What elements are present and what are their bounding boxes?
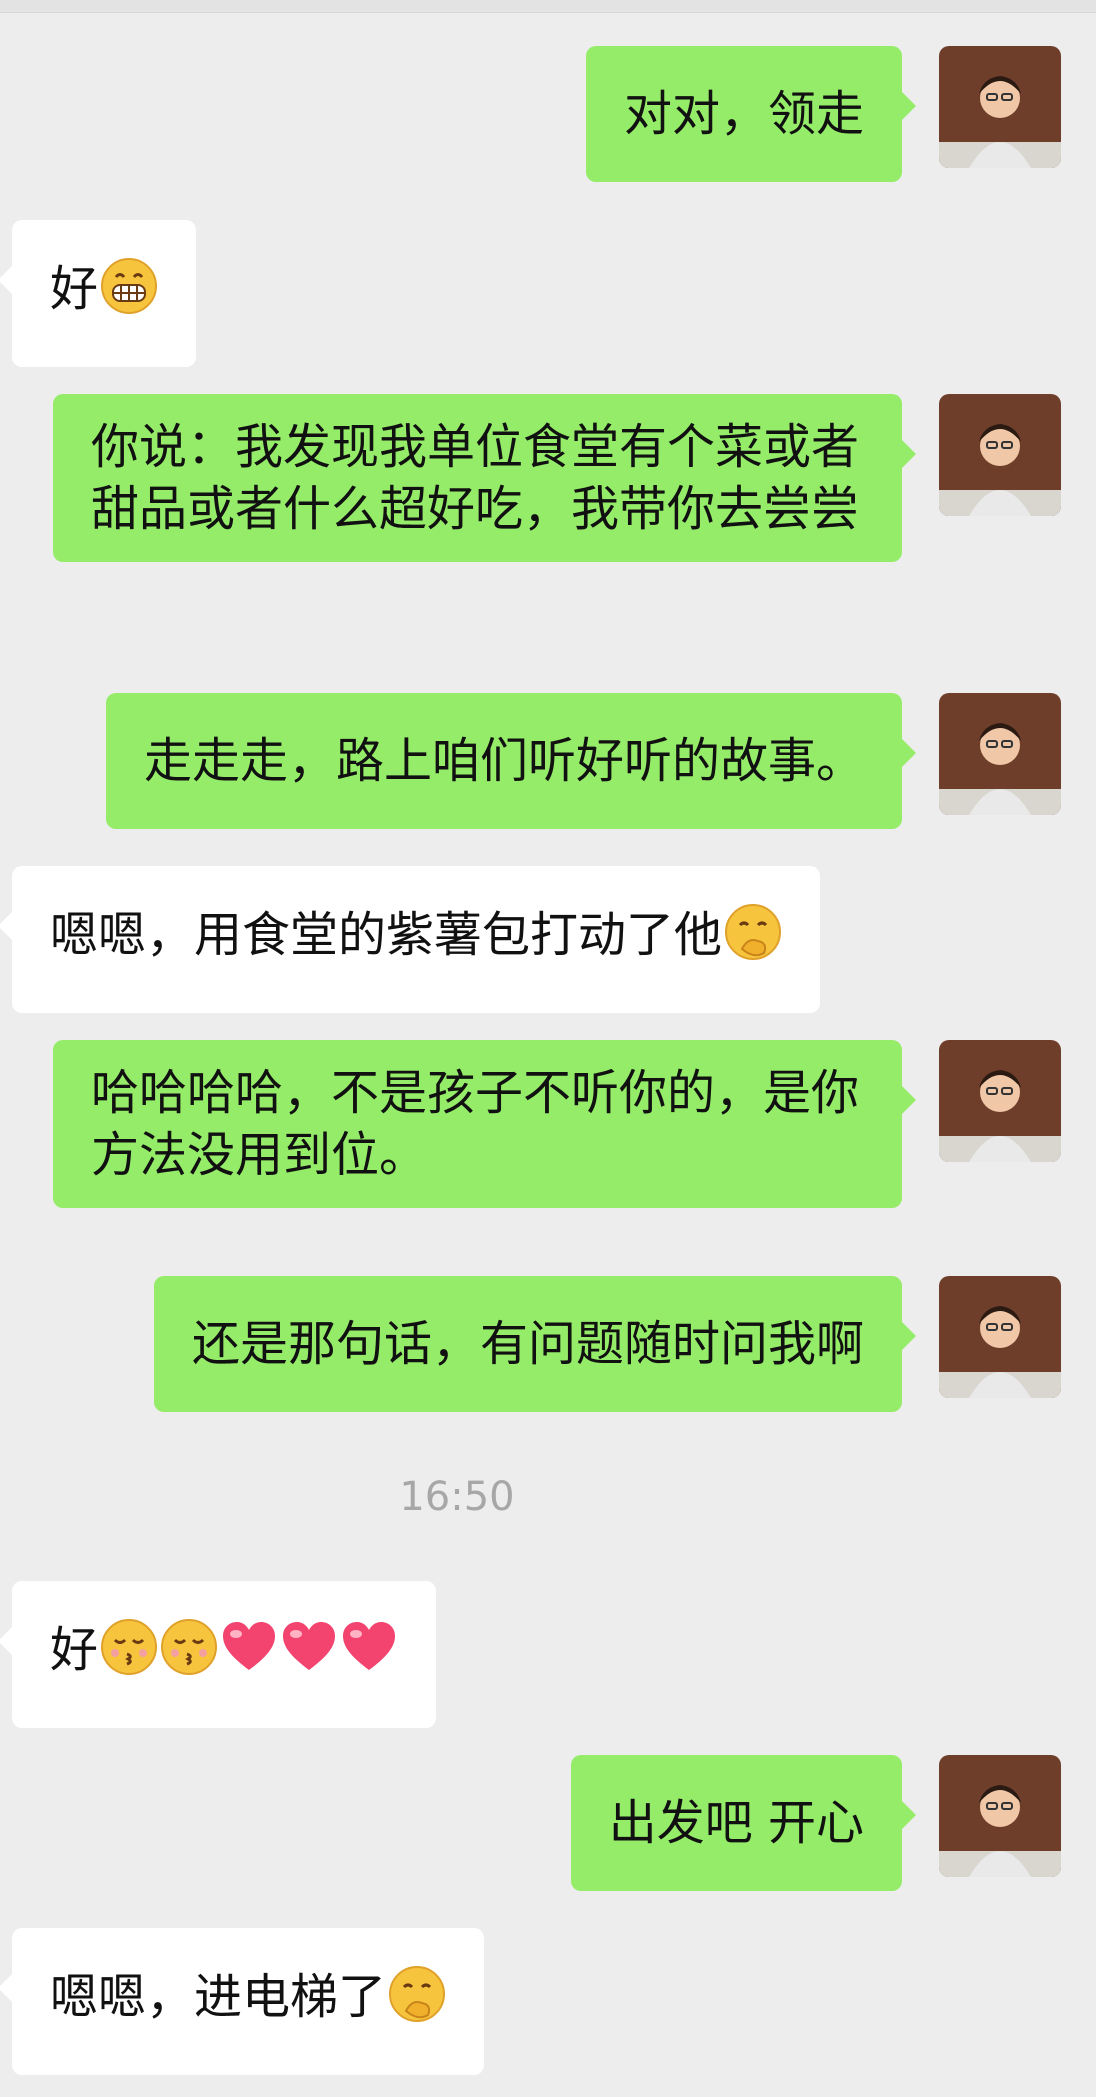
user-avatar[interactable] (939, 46, 1061, 168)
top-divider (0, 0, 1096, 13)
timestamp: 16:50 (399, 1474, 515, 1520)
message-bubble-outgoing[interactable]: 还是那句话，有问题随时问我啊 (153, 1276, 917, 1412)
kiss-face-emoji-icon (100, 1618, 158, 1691)
message-bubble-incoming[interactable]: 嗯嗯，用食堂的紫薯包打动了他 (0, 866, 821, 1013)
heart-icon (220, 1618, 278, 1691)
message-bubble-outgoing[interactable]: 出发吧 开心 (570, 1755, 917, 1891)
kiss-face-emoji-icon (160, 1618, 218, 1691)
message-bubble-outgoing[interactable]: 你说：我发现我单位食堂有个菜或者甜品或者什么超好吃，我带你去尝尝 (53, 394, 916, 562)
message-text: 哈哈哈哈，不是孩子不听你的，是你方法没用到位。 (91, 1065, 860, 1183)
message-bubble-incoming[interactable]: 好 (0, 220, 197, 367)
message-text: 好 (50, 261, 99, 317)
message-text: 对对，领走 (623, 86, 864, 142)
message-text: 嗯嗯，用食堂的紫薯包打动了他 (50, 907, 723, 963)
user-avatar[interactable] (939, 394, 1061, 516)
message-text: 还是那句话，有问题随时问我啊 (191, 1316, 864, 1372)
message-bubble-outgoing[interactable]: 对对，领走 (585, 46, 917, 182)
user-avatar[interactable] (939, 1040, 1061, 1162)
shush-face-emoji-icon (388, 1965, 446, 2038)
shush-face-emoji-icon (724, 903, 782, 976)
message-bubble-incoming[interactable]: 好 (0, 1581, 437, 1728)
message-text: 嗯嗯，进电梯了 (50, 1969, 387, 2025)
message-text: 好 (50, 1622, 99, 1678)
message-bubble-outgoing[interactable]: 哈哈哈哈，不是孩子不听你的，是你方法没用到位。 (53, 1040, 916, 1208)
user-avatar[interactable] (939, 1755, 1061, 1877)
user-avatar[interactable] (939, 1276, 1061, 1398)
user-avatar[interactable] (939, 693, 1061, 815)
grin-face-emoji-icon (100, 257, 158, 330)
message-text: 你说：我发现我单位食堂有个菜或者甜品或者什么超好吃，我带你去尝尝 (91, 419, 860, 537)
message-bubble-incoming[interactable]: 嗯嗯，进电梯了 (0, 1928, 485, 2075)
heart-icon (340, 1618, 398, 1691)
message-text: 走走走，路上咱们听好听的故事。 (143, 733, 864, 789)
message-bubble-outgoing[interactable]: 走走走，路上咱们听好听的故事。 (105, 693, 917, 829)
message-text: 出发吧 开心 (608, 1795, 864, 1851)
heart-icon (280, 1618, 338, 1691)
